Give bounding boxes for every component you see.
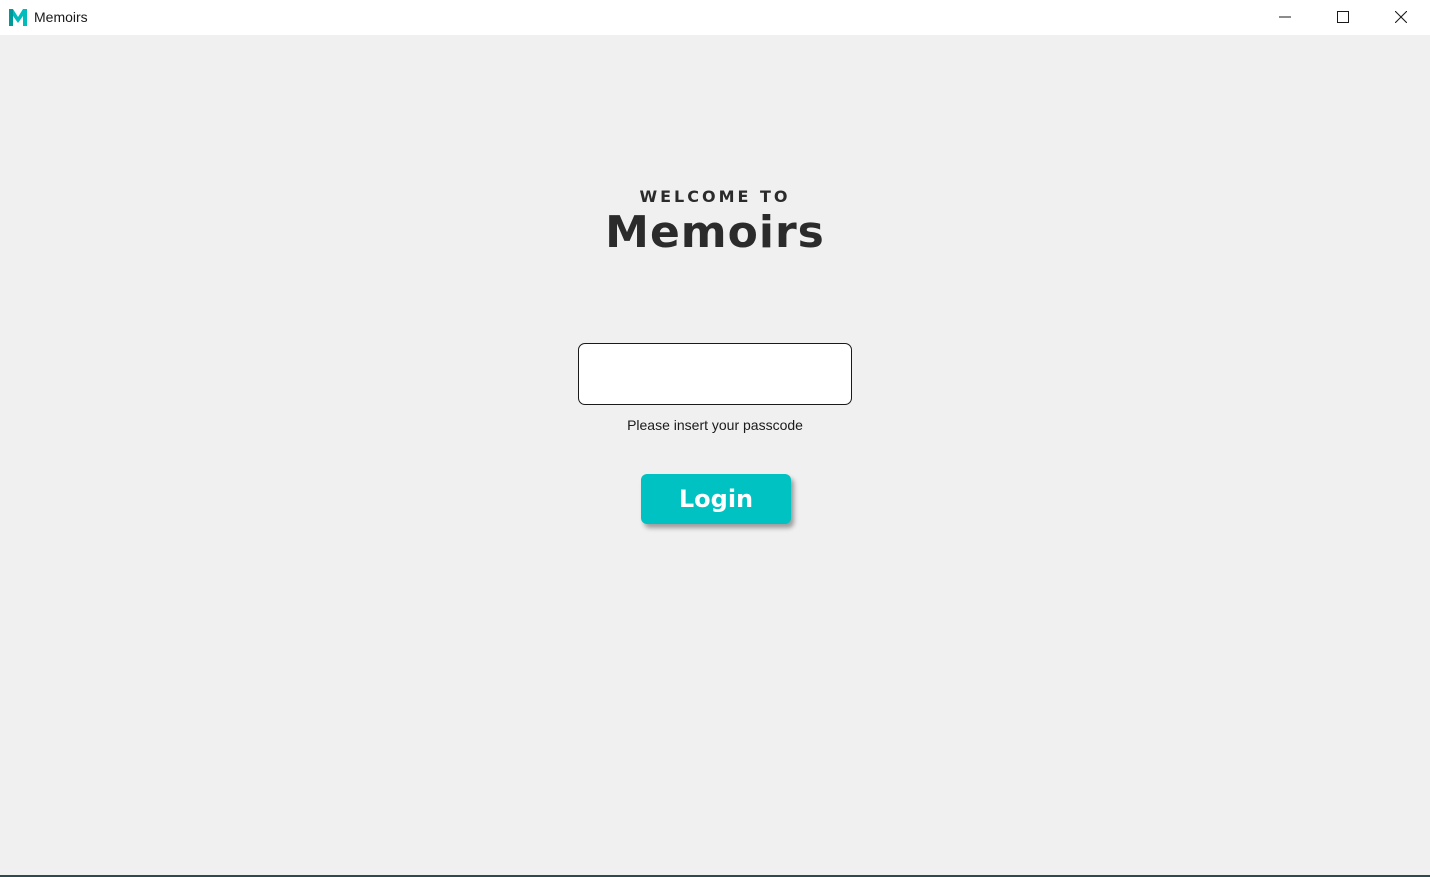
close-icon [1394,8,1408,27]
maximize-icon [1337,8,1349,27]
window-title: Memoirs [34,9,88,25]
app-window: Memoirs WELCOME TO Memoirs Please insert… [0,0,1430,877]
minimize-icon [1279,8,1291,27]
login-button[interactable]: Login [641,474,791,524]
welcome-label: WELCOME TO [639,187,791,206]
passcode-input[interactable] [578,343,852,405]
minimize-button[interactable] [1256,0,1314,35]
maximize-button[interactable] [1314,0,1372,35]
title-bar[interactable]: Memoirs [0,0,1430,35]
app-name-heading: Memoirs [605,207,825,258]
passcode-hint: Please insert your passcode [627,417,803,433]
memoirs-logo-icon [8,7,28,27]
close-button[interactable] [1372,0,1430,35]
login-screen: WELCOME TO Memoirs Please insert your pa… [0,35,1430,875]
